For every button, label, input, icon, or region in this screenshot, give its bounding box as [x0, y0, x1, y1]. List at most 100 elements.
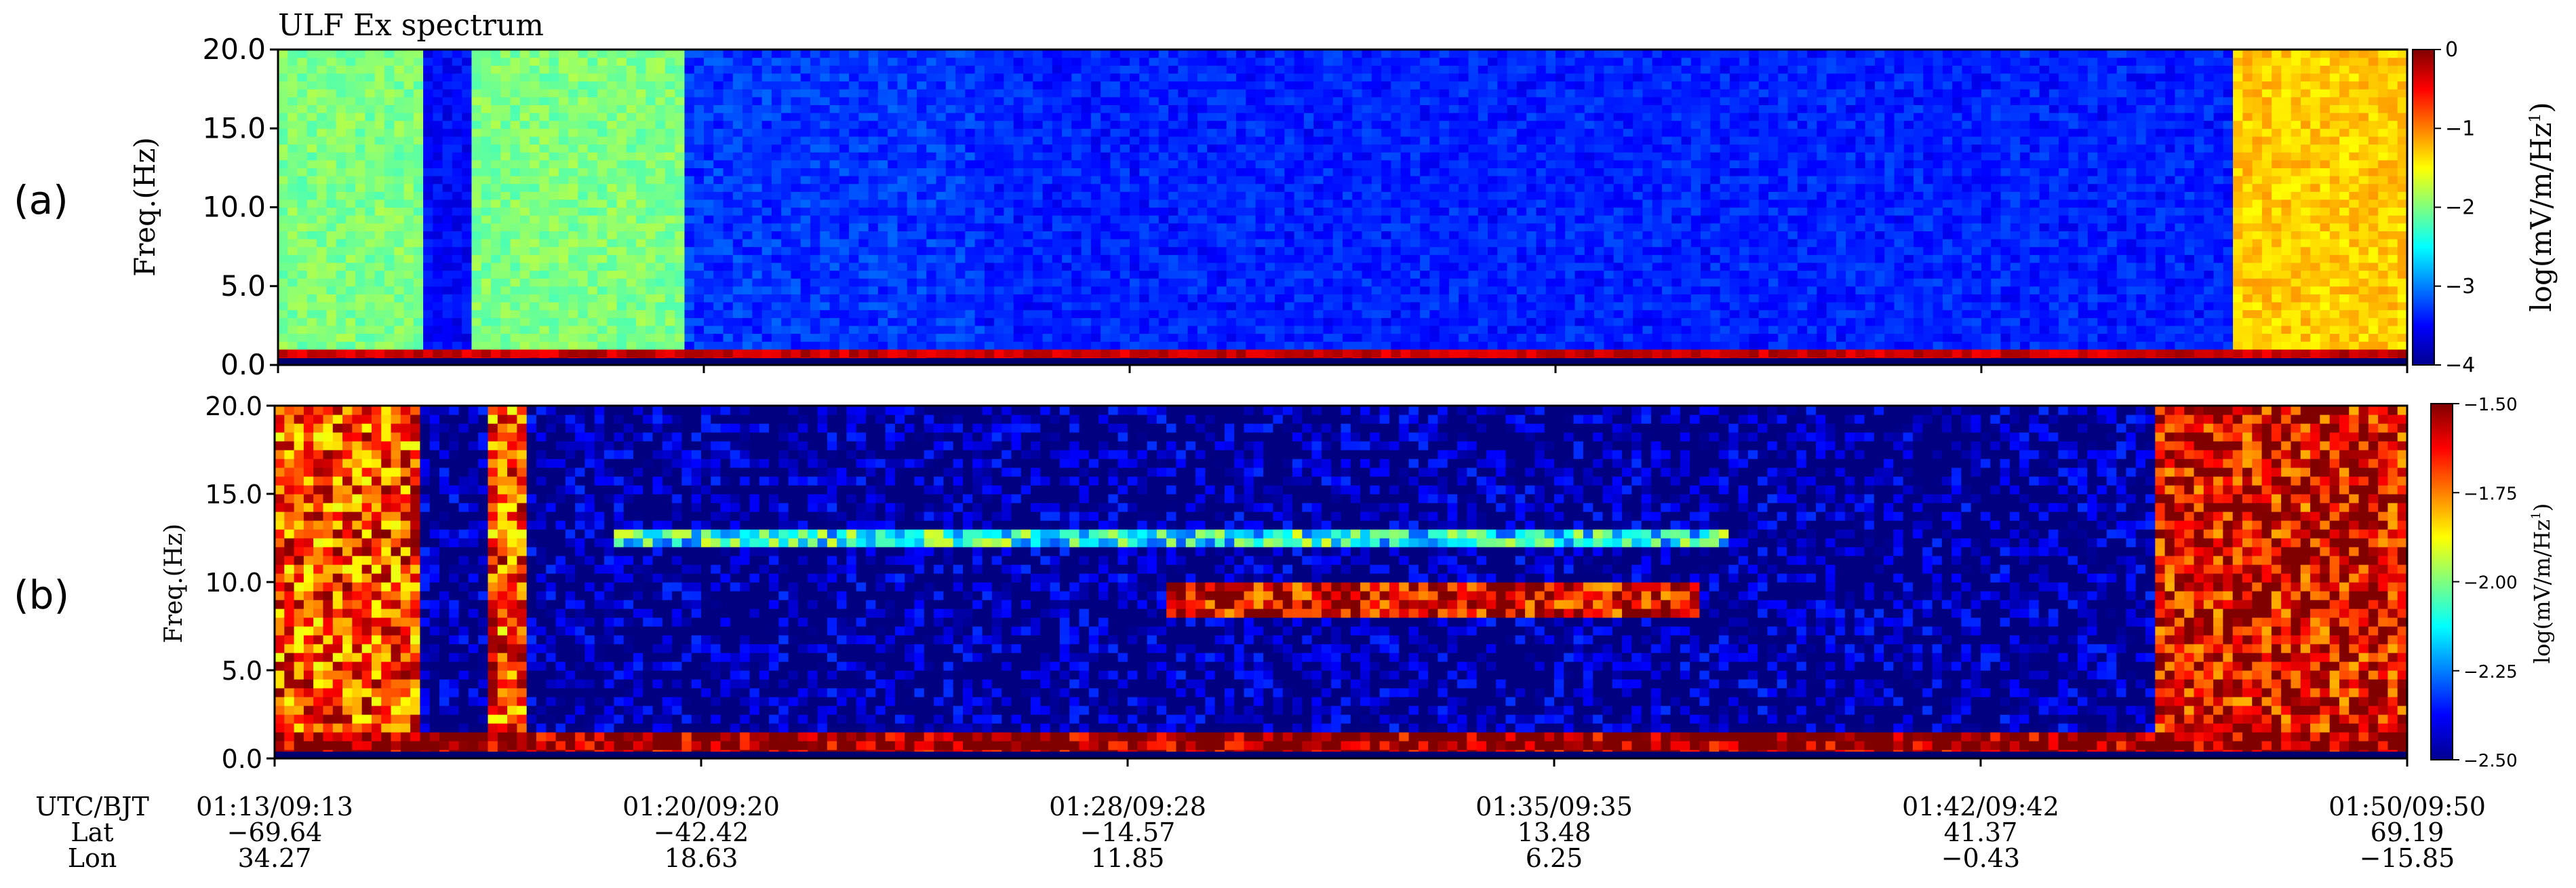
spectrogram-cell	[519, 325, 530, 334]
spectrogram-cell	[607, 317, 618, 326]
spectrogram-cell	[1362, 231, 1372, 239]
spectrogram-cell	[317, 89, 327, 98]
spectrogram-cell	[326, 152, 337, 161]
spectrogram-cell	[1178, 270, 1189, 279]
spectrogram-cell	[1303, 341, 1314, 350]
spectrogram-cell	[1362, 309, 1372, 318]
spectrogram-cell	[549, 96, 559, 105]
spectrogram-cell	[1158, 50, 1169, 58]
spectrogram-cell	[1033, 113, 1044, 121]
spectrogram-cell	[1071, 159, 1082, 168]
spectrogram-cell	[519, 168, 530, 176]
spectrogram-cell	[336, 104, 346, 113]
spectrogram-cell	[462, 294, 473, 303]
spectrogram-cell	[626, 325, 637, 334]
spectrogram-cell	[1429, 89, 1440, 98]
spectrogram-cell	[1352, 286, 1363, 294]
spectrogram-cell	[1071, 254, 1082, 263]
spectrogram-cell	[1149, 159, 1160, 168]
spectrogram-cell	[1130, 302, 1140, 311]
spectrogram-cell	[1420, 341, 1431, 350]
spectrogram-cell	[1255, 50, 1266, 58]
spectrogram-cell	[1303, 96, 1314, 105]
spectrogram-cell	[384, 191, 395, 200]
spectrogram-cell	[1168, 309, 1178, 318]
spectrogram-cell	[781, 128, 792, 137]
spectrogram-cell	[897, 309, 908, 318]
spectrogram-cell	[984, 89, 995, 98]
spectrogram-cell	[1158, 120, 1169, 129]
spectrogram-cell	[384, 89, 395, 98]
spectrogram-cell	[1139, 349, 1150, 358]
spectrogram-cell	[1119, 199, 1130, 208]
spectrogram-cell	[945, 223, 956, 231]
spectrogram-cell	[1468, 302, 1479, 311]
spectrogram-cell	[877, 325, 888, 334]
spectrogram-cell	[442, 89, 453, 98]
spectrogram-cell	[1303, 270, 1314, 279]
spectrogram-cell	[1449, 246, 1459, 255]
spectrogram-cell	[646, 262, 656, 271]
spectrogram-cell	[568, 113, 579, 121]
spectrogram-cell	[1246, 349, 1256, 358]
spectrogram-cell	[1023, 262, 1033, 271]
spectrogram-cell	[1381, 73, 1391, 82]
spectrogram-cell	[1052, 191, 1063, 200]
spectrogram-cell	[771, 270, 782, 279]
spectrogram-cell	[713, 104, 724, 113]
spectrogram-cell	[849, 136, 859, 145]
spectrogram-cell	[829, 57, 840, 66]
spectrogram-cell	[597, 262, 608, 271]
spectrogram-cell	[675, 136, 686, 145]
spectrogram-cell	[1410, 325, 1421, 334]
spectrogram-cell	[288, 294, 298, 303]
spectrogram-cell	[868, 231, 879, 239]
spectrogram-cell	[1255, 286, 1266, 294]
spectrogram-cell	[820, 215, 831, 224]
spectrogram-cell	[1459, 113, 1469, 121]
spectrogram-cell	[1255, 246, 1266, 255]
spectrogram-cell	[907, 278, 917, 287]
spectrogram-cell	[1255, 262, 1266, 271]
spectrogram-cell	[1062, 152, 1072, 161]
spectrogram-cell	[713, 176, 724, 185]
spectrogram-cell	[945, 65, 956, 74]
spectrogram-cell	[984, 128, 995, 137]
spectrogram-cell	[974, 270, 985, 279]
spectrogram-cell	[1090, 168, 1101, 176]
spectrogram-cell	[723, 65, 734, 74]
spectrogram-cell	[974, 302, 985, 311]
spectrogram-cell	[1439, 294, 1450, 303]
spectrogram-cell	[1187, 81, 1198, 90]
spectrogram-cell	[917, 199, 927, 208]
spectrogram-cell	[1410, 96, 1421, 105]
spectrogram-cell	[1081, 231, 1092, 239]
spectrogram-cell	[907, 136, 917, 145]
spectrogram-cell	[858, 254, 869, 263]
spectrogram-cell	[1090, 254, 1101, 263]
spectrogram-cell	[306, 183, 317, 192]
spectrogram-cell	[752, 168, 763, 176]
spectrogram-cell	[713, 152, 724, 161]
spectrogram-cell	[839, 207, 850, 216]
spectrogram-cell	[849, 120, 859, 129]
spectrogram-cell	[1371, 341, 1382, 350]
spectrogram-cell	[1478, 262, 1488, 271]
spectrogram-cell	[1101, 113, 1111, 121]
spectrogram-cell	[1459, 50, 1469, 58]
spectrogram-cell	[500, 81, 511, 90]
spectrogram-cell	[433, 136, 443, 145]
spectrogram-cell	[423, 168, 433, 176]
spectrogram-cell	[578, 239, 589, 248]
spectrogram-cell	[1371, 254, 1382, 263]
spectrogram-cell	[491, 168, 501, 176]
spectrogram-cell	[365, 50, 376, 58]
spectrogram-cell	[974, 65, 985, 74]
spectrogram-cell	[326, 183, 337, 192]
spectrogram-cell	[1178, 325, 1189, 334]
spectrogram-cell	[965, 136, 976, 145]
spectrogram-cell	[665, 231, 675, 239]
spectrogram-cell	[413, 215, 424, 224]
spectrogram-cell	[374, 81, 385, 90]
spectrogram-cell	[597, 144, 608, 153]
